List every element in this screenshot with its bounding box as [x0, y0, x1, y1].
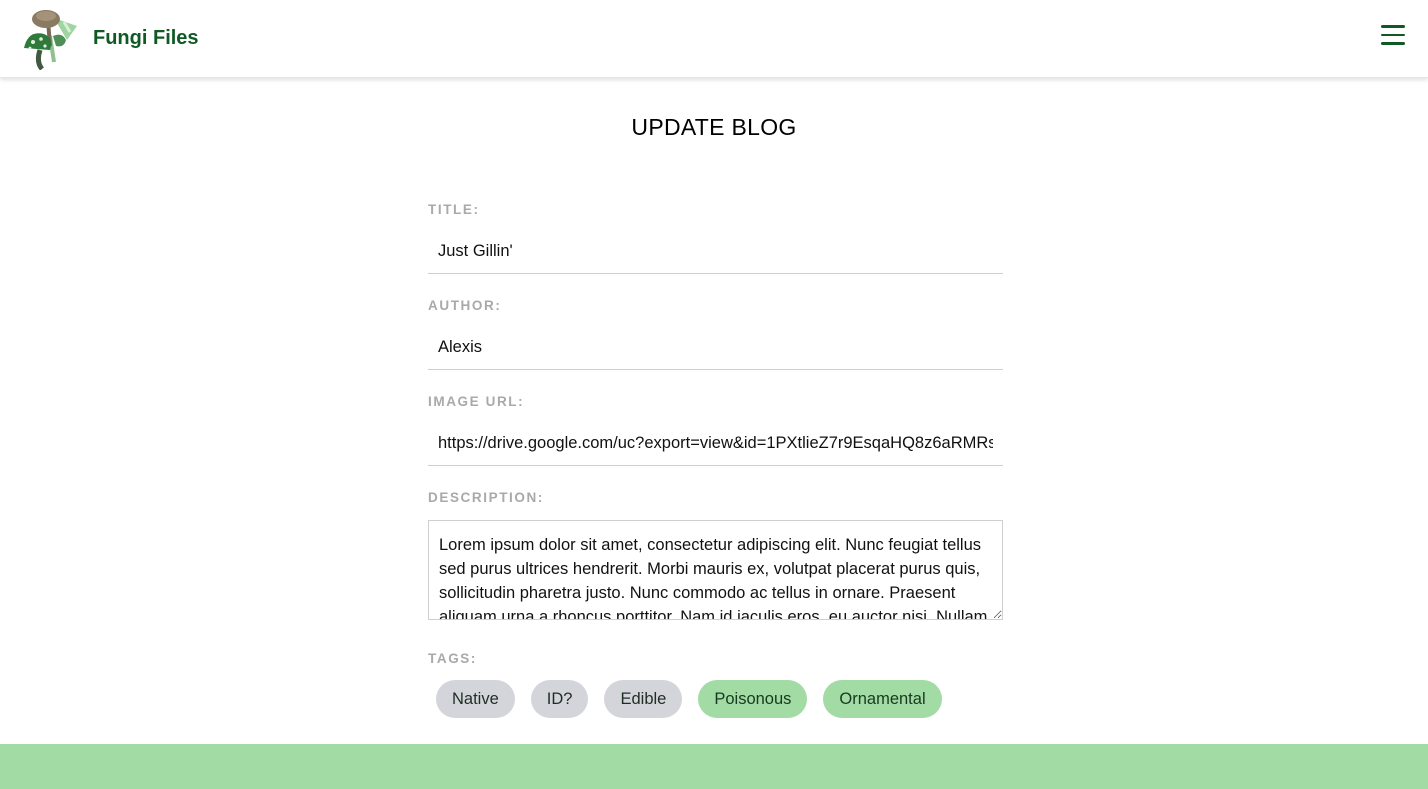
description-field-group: DESCRIPTION: Lorem ipsum dolor sit amet,…: [428, 490, 1003, 620]
tag-poisonous-button[interactable]: Poisonous: [698, 680, 808, 718]
page-title: UPDATE BLOG: [631, 114, 797, 140]
tag-edible-button[interactable]: Edible: [604, 680, 683, 718]
description-textarea[interactable]: Lorem ipsum dolor sit amet, consectetur …: [428, 520, 1003, 620]
image-url-label: IMAGE URL:: [428, 394, 525, 409]
author-label: AUTHOR:: [428, 298, 502, 313]
description-label: DESCRIPTION:: [428, 490, 544, 505]
hamburger-menu-button[interactable]: [1376, 20, 1410, 50]
tag-ornamental-button[interactable]: Ornamental: [823, 680, 942, 718]
top-nav-bar: Fungi Files: [0, 0, 1428, 78]
brand-home-link[interactable]: Fungi Files: [20, 6, 199, 70]
footer-bar: [0, 744, 1428, 789]
author-input[interactable]: [428, 326, 1003, 370]
tag-native-button[interactable]: Native: [436, 680, 515, 718]
tag-id-button[interactable]: ID?: [530, 680, 589, 718]
main-content: UPDATE BLOG TITLE: AUTHOR: IMAGE URL: DE…: [0, 78, 1428, 744]
page: Fungi Files UPDATE BLOG TITLE: AUTHOR: I…: [0, 0, 1428, 789]
title-field-group: TITLE:: [428, 202, 1003, 298]
mushroom-logo-icon: [24, 10, 77, 70]
title-label: TITLE:: [428, 202, 480, 217]
brand-name: Fungi Files: [93, 26, 199, 49]
tags-label: TAGS:: [428, 651, 477, 666]
image-url-field-group: IMAGE URL:: [428, 394, 1003, 490]
title-input[interactable]: [428, 230, 1003, 274]
update-blog-form: TITLE: AUTHOR: IMAGE URL: DESCRIPTION: L…: [428, 202, 1003, 718]
tags-group: Native ID? Edible Poisonous Ornamental: [436, 680, 1003, 718]
image-url-input[interactable]: [428, 422, 1003, 466]
hamburger-menu-icon: [1381, 25, 1405, 28]
author-field-group: AUTHOR:: [428, 298, 1003, 394]
